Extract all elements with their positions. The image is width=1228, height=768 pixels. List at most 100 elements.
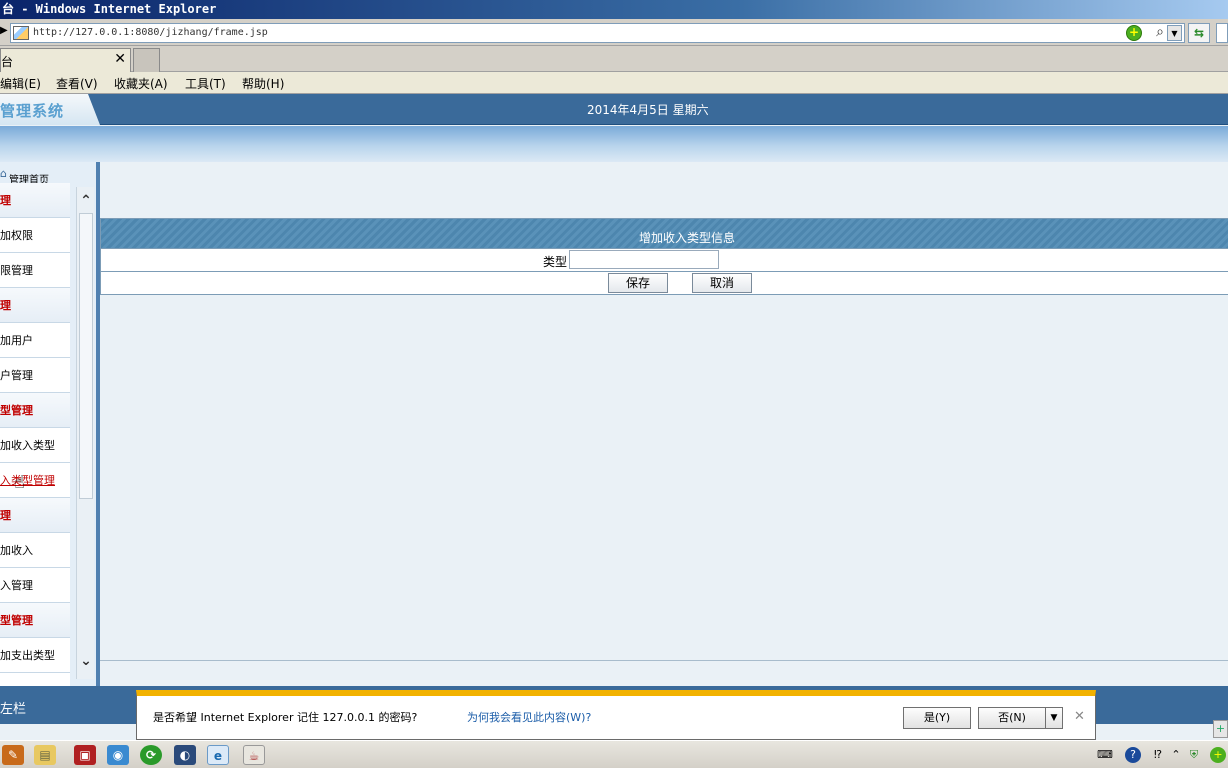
sidebar-home[interactable]: ⌂ 管理首页 bbox=[0, 166, 96, 186]
sidebar-item-label: 类型管理 bbox=[0, 614, 33, 627]
sidebar-item-label: 管理 bbox=[0, 194, 11, 207]
no-button[interactable]: 否(N) bbox=[978, 707, 1046, 729]
refresh-app-icon[interactable]: ⟳ bbox=[140, 745, 162, 765]
sidebar-link[interactable]: 添加收入 bbox=[0, 533, 70, 568]
tray-expand-icon[interactable]: ⌃ bbox=[1168, 747, 1184, 763]
sidebar-item-label: 管理 bbox=[0, 509, 11, 522]
start-icon[interactable]: ✎ bbox=[2, 745, 24, 765]
sidebar-link[interactable]: 添加收入类型 bbox=[0, 428, 70, 463]
input-method-icon[interactable]: ⁉ bbox=[1150, 747, 1166, 763]
form-header: 增加收入类型信息 bbox=[101, 219, 1228, 249]
menu-tools[interactable]: 工具(T) bbox=[185, 75, 226, 92]
network-icon[interactable]: ◉ bbox=[107, 745, 129, 765]
scroll-up-icon[interactable]: ⌃ bbox=[77, 193, 95, 211]
new-tab-button[interactable] bbox=[133, 48, 160, 72]
sidebar-item-label: 类型管理 bbox=[0, 404, 33, 417]
sidebar-category: 类型管理 bbox=[0, 603, 70, 638]
eclipse-icon[interactable]: ◐ bbox=[174, 745, 196, 765]
sidebar-item-label: 添加支出类型 bbox=[0, 649, 55, 662]
ie-icon[interactable]: e bbox=[207, 745, 229, 765]
window-title: 台 - Windows Internet Explorer bbox=[2, 2, 217, 16]
menu-bar: 编辑(E) 查看(V) 收藏夹(A) 工具(T) 帮助(H) bbox=[0, 72, 1228, 94]
search-icon[interactable]: ⌕ bbox=[1156, 24, 1164, 40]
form-row-type: 类型 bbox=[101, 249, 1228, 272]
no-dropdown-icon[interactable]: ▼ bbox=[1045, 707, 1063, 729]
address-bar: ▶ http://127.0.0.1:8080/jizhang/frame.js… bbox=[0, 19, 1228, 46]
sidebar: ⌂ 管理首页 管理添加权限权限管理管理添加用户用户管理类型管理添加收入类型收入类… bbox=[0, 162, 96, 686]
taskbar: ✎ ▤ ▣ ◉ ⟳ ◐ e ☕ ⌨ ? ⁉ ⌃ ⛨ + bbox=[0, 740, 1228, 768]
sidebar-item-label: 添加权限 bbox=[0, 229, 33, 242]
sidebar-item-label: 权限管理 bbox=[0, 264, 33, 277]
save-button[interactable]: 保存 bbox=[608, 273, 668, 293]
update-icon[interactable]: + bbox=[1210, 747, 1226, 763]
bottom-left-label[interactable]: 左栏 bbox=[0, 698, 26, 717]
shield-icon[interactable]: ⛨ bbox=[1186, 747, 1202, 763]
zoom-icon[interactable]: + bbox=[1213, 720, 1228, 738]
tab-active[interactable]: 台 ✕ bbox=[0, 48, 131, 72]
menu-help[interactable]: 帮助(H) bbox=[242, 75, 284, 92]
sidebar-item-label: 收入管理 bbox=[0, 579, 33, 592]
tab-title: 台 bbox=[1, 55, 14, 69]
header-date: 2014年4月5日 星期六 bbox=[587, 103, 709, 117]
notification-message: 是否希望 Internet Explorer 记住 127.0.0.1 的密码? bbox=[153, 711, 418, 724]
refresh-button[interactable]: ⇆ bbox=[1188, 23, 1210, 43]
folder-icon[interactable]: ▤ bbox=[34, 745, 56, 765]
notification-close-icon[interactable]: ✕ bbox=[1074, 709, 1085, 724]
search-box[interactable] bbox=[1216, 23, 1228, 43]
address-url[interactable]: http://127.0.0.1:8080/jizhang/frame.jsp bbox=[33, 27, 268, 38]
sidebar-link[interactable]: 收入类型管理 bbox=[0, 463, 70, 498]
home-icon: ⌂ bbox=[0, 167, 7, 180]
sidebar-item-label: 添加用户 bbox=[0, 334, 33, 347]
type-input[interactable] bbox=[569, 250, 719, 269]
hand-cursor-icon: ☝ bbox=[14, 472, 25, 493]
sidebar-link[interactable]: 添加支出类型 bbox=[0, 638, 70, 673]
sidebar-link[interactable]: 添加用户 bbox=[0, 323, 70, 358]
sidebar-item-label: 收入类型管理 bbox=[0, 474, 55, 487]
keyboard-icon[interactable]: ⌨ bbox=[1097, 747, 1113, 763]
tab-bar: 台 ✕ bbox=[0, 46, 1228, 72]
sidebar-item-label: 添加收入 bbox=[0, 544, 33, 557]
menu-edit[interactable]: 编辑(E) bbox=[0, 75, 41, 92]
sidebar-category: 管理 bbox=[0, 498, 70, 533]
add-income-type-form: 增加收入类型信息 类型 保存 取消 bbox=[100, 218, 1228, 295]
sidebar-item-label: 添加收入类型 bbox=[0, 439, 55, 452]
address-field[interactable]: http://127.0.0.1:8080/jizhang/frame.jsp … bbox=[10, 23, 1185, 43]
sidebar-link[interactable]: 添加权限 bbox=[0, 218, 70, 253]
sidebar-link[interactable]: 用户管理 bbox=[0, 358, 70, 393]
address-dropdown-icon[interactable]: ▼ bbox=[1167, 25, 1182, 41]
header-band bbox=[0, 126, 1228, 162]
menu-view[interactable]: 查看(V) bbox=[56, 75, 98, 92]
form-title: 增加收入类型信息 bbox=[639, 231, 736, 245]
logo: 管理系统 bbox=[0, 94, 100, 125]
app-header: 管理系统 2014年4月5日 星期六 bbox=[0, 94, 1228, 125]
go-icon[interactable]: + bbox=[1126, 25, 1142, 41]
logo-text: 管理系统 bbox=[0, 102, 65, 120]
sidebar-link[interactable]: 收入管理 bbox=[0, 568, 70, 603]
window-title-bar: 台 - Windows Internet Explorer bbox=[0, 0, 1228, 19]
form-button-row: 保存 取消 bbox=[101, 272, 1228, 294]
sidebar-scrollbar[interactable]: ⌃ ⌄ bbox=[76, 187, 94, 679]
sidebar-item-label: 管理 bbox=[0, 299, 11, 312]
back-arrow-icon[interactable]: ▶ bbox=[0, 25, 8, 36]
java-icon[interactable]: ☕ bbox=[243, 745, 265, 765]
notification-link[interactable]: 为何我会看见此内容(W)? bbox=[467, 709, 591, 725]
tab-close-icon[interactable]: ✕ bbox=[114, 51, 126, 67]
content-frame: 增加收入类型信息 类型 保存 取消 bbox=[100, 162, 1228, 686]
scroll-down-icon[interactable]: ⌄ bbox=[77, 653, 95, 671]
sidebar-nav: 管理添加权限权限管理管理添加用户用户管理类型管理添加收入类型收入类型管理管理添加… bbox=[0, 183, 70, 686]
cancel-button[interactable]: 取消 bbox=[692, 273, 752, 293]
yes-button[interactable]: 是(Y) bbox=[903, 707, 971, 729]
help-icon[interactable]: ? bbox=[1125, 747, 1141, 763]
scroll-thumb[interactable] bbox=[79, 213, 93, 499]
type-label: 类型 bbox=[543, 255, 568, 269]
content-divider bbox=[100, 660, 1228, 661]
sidebar-category: 管理 bbox=[0, 183, 70, 218]
sidebar-item-label: 用户管理 bbox=[0, 369, 33, 382]
page-icon bbox=[13, 26, 29, 40]
app-icon[interactable]: ▣ bbox=[74, 745, 96, 765]
password-notification: 是否希望 Internet Explorer 记住 127.0.0.1 的密码?… bbox=[136, 690, 1096, 740]
sidebar-link[interactable]: 权限管理 bbox=[0, 253, 70, 288]
sidebar-category: 类型管理 bbox=[0, 393, 70, 428]
sidebar-category: 管理 bbox=[0, 288, 70, 323]
menu-favorites[interactable]: 收藏夹(A) bbox=[114, 75, 168, 92]
